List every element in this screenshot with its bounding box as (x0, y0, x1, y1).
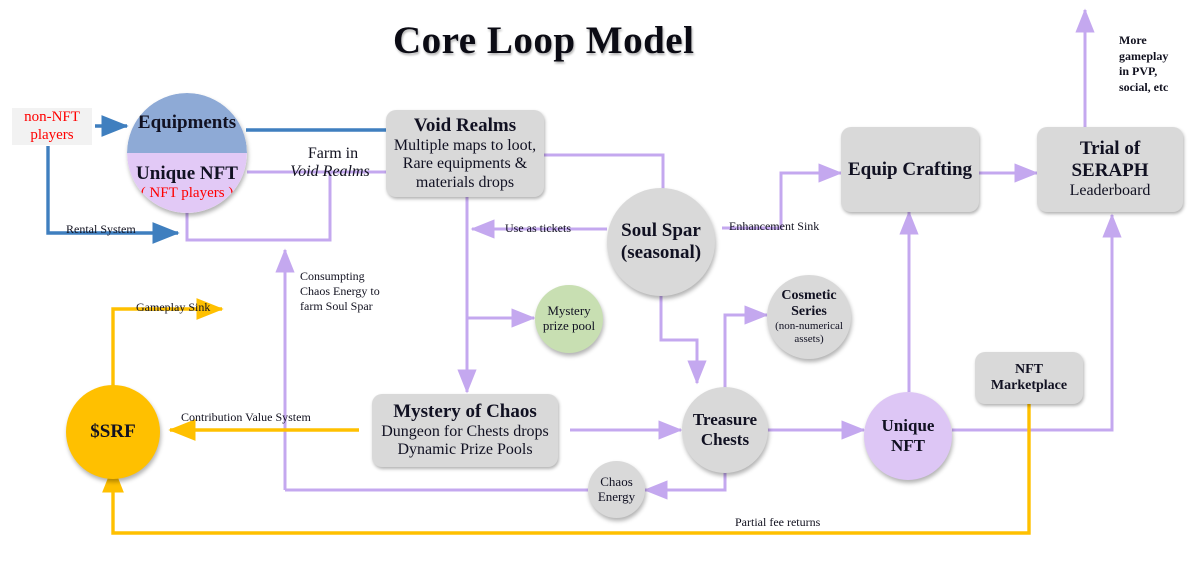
treasure-chests-line2: Chests (700, 430, 750, 449)
label-enhancement-sink: Enhancement Sink (729, 219, 820, 233)
more-gameplay-line3: in PVP, (1119, 64, 1158, 79)
cosmetic-series-line2: Series (791, 304, 827, 320)
label-farm-in: Farm in (307, 145, 359, 162)
treasure-chests-line1: Treasure (692, 410, 758, 430)
cosmetic-series-line4: assets) (794, 333, 824, 346)
edge-void-realms-to-mystery-prize-pool (465, 197, 536, 328)
cosmetic-series-line3: (non-numerical (775, 320, 843, 333)
node-non-nft-players[interactable]: non-NFT players (12, 108, 92, 145)
trial-of-seraph-line3: Leaderboard (1069, 182, 1151, 200)
node-void-realms[interactable]: Void Realms Multiple maps to loot, Rare … (386, 110, 544, 197)
more-gameplay-line2: gameplay (1119, 48, 1169, 63)
label-use-as-tickets: Use as tickets (505, 221, 571, 235)
nft-marketplace-line1: NFT (1015, 361, 1043, 377)
node-treasure-chests[interactable]: Treasure Chests (682, 387, 768, 473)
nft-marketplace-line2: Marketplace (990, 378, 1068, 393)
label-contribution-value-system: Contribution Value System (181, 410, 311, 424)
player-circle-bottom-half: Unique NFT ( NFT players ) (127, 153, 247, 213)
node-mystery-of-chaos[interactable]: Mystery of Chaos Dungeon for Chests drop… (372, 394, 558, 467)
mystery-prize-pool-line2: prize pool (542, 318, 596, 333)
node-soul-spar[interactable]: Soul Spar (seasonal) (607, 188, 715, 296)
node-equip-crafting[interactable]: Equip Crafting (841, 127, 979, 212)
trial-of-seraph-line1: Trial of (1079, 138, 1141, 160)
mystery-of-chaos-title: Mystery of Chaos (393, 401, 537, 423)
label-gameplay-sink: Gameplay Sink (136, 300, 211, 314)
non-nft-players-line1: non-NFT (24, 109, 80, 126)
srf-label: $SRF (90, 421, 136, 443)
label-partial-fee-returns: Partial fee returns (735, 515, 821, 529)
non-nft-players-line2: players (30, 126, 74, 143)
equip-crafting-label: Equip Crafting (847, 158, 973, 180)
soul-spar-line2: (seasonal) (620, 242, 702, 263)
nft-players-note: ( NFT players ) (140, 185, 234, 202)
core-loop-diagram: Core Loop Model non-NFT players Equipmen… (0, 0, 1200, 561)
void-realms-line1: Multiple maps to loot, (393, 136, 537, 154)
more-gameplay-line1: More (1119, 33, 1147, 47)
node-nft-marketplace[interactable]: NFT Marketplace (975, 352, 1083, 404)
more-gameplay-line4: social, etc (1119, 79, 1169, 94)
unique-nft-bottom-label: Unique NFT (881, 416, 935, 455)
node-chaos-energy[interactable]: Chaos Energy (588, 461, 645, 518)
void-realms-line2: Rare equipments & (402, 155, 528, 173)
equipments-label: Equipments (137, 112, 237, 134)
edge-soul-spar-to-treasure-chests (659, 288, 707, 385)
soul-spar-line1: Soul Spar (621, 220, 701, 242)
mystery-of-chaos-line1: Dungeon for Chests drops (381, 423, 549, 441)
label-more-gameplay: More gameplay in PVP, social, etc (1119, 33, 1168, 95)
node-cosmetic-series[interactable]: Cosmetic Series (non-numerical assets) (767, 275, 851, 359)
trial-of-seraph-line2: SERAPH (1071, 160, 1149, 182)
consuming-chaos-line2: Chaos Energy to (300, 284, 380, 298)
consuming-chaos-line1: Consumpting (300, 269, 365, 283)
node-unique-nft[interactable]: Unique NFT (864, 392, 952, 480)
page-title: Core Loop Model (393, 19, 695, 62)
label-void-realms-italic: Void Realms (290, 163, 370, 180)
void-realms-title: Void Realms (413, 114, 517, 136)
chaos-energy-line1: Chaos (600, 473, 633, 489)
cosmetic-series-line1: Cosmetic (781, 288, 837, 304)
node-trial-of-seraph[interactable]: Trial of SERAPH Leaderboard (1037, 127, 1183, 212)
consuming-chaos-line3: farm Soul Spar (300, 299, 373, 313)
unique-nft-label: Unique NFT (136, 163, 238, 185)
chaos-energy-line2: Energy (597, 488, 636, 504)
void-realms-line3: materials drops (415, 173, 515, 191)
label-consuming-chaos-energy: Consumpting Chaos Energy to farm Soul Sp… (300, 269, 380, 314)
node-player-circle[interactable]: Equipments Unique NFT ( NFT players ) (127, 93, 247, 213)
node-mystery-prize-pool[interactable]: Mystery prize pool (535, 285, 603, 353)
mystery-of-chaos-line2: Dynamic Prize Pools (397, 441, 533, 459)
node-srf-token[interactable]: $SRF (66, 385, 160, 479)
player-circle-top-half: Equipments (127, 93, 247, 153)
edge-gameplay-sink (111, 298, 224, 396)
mystery-prize-pool-line1: Mystery (547, 303, 591, 319)
label-rental-system: Rental System (66, 222, 136, 236)
